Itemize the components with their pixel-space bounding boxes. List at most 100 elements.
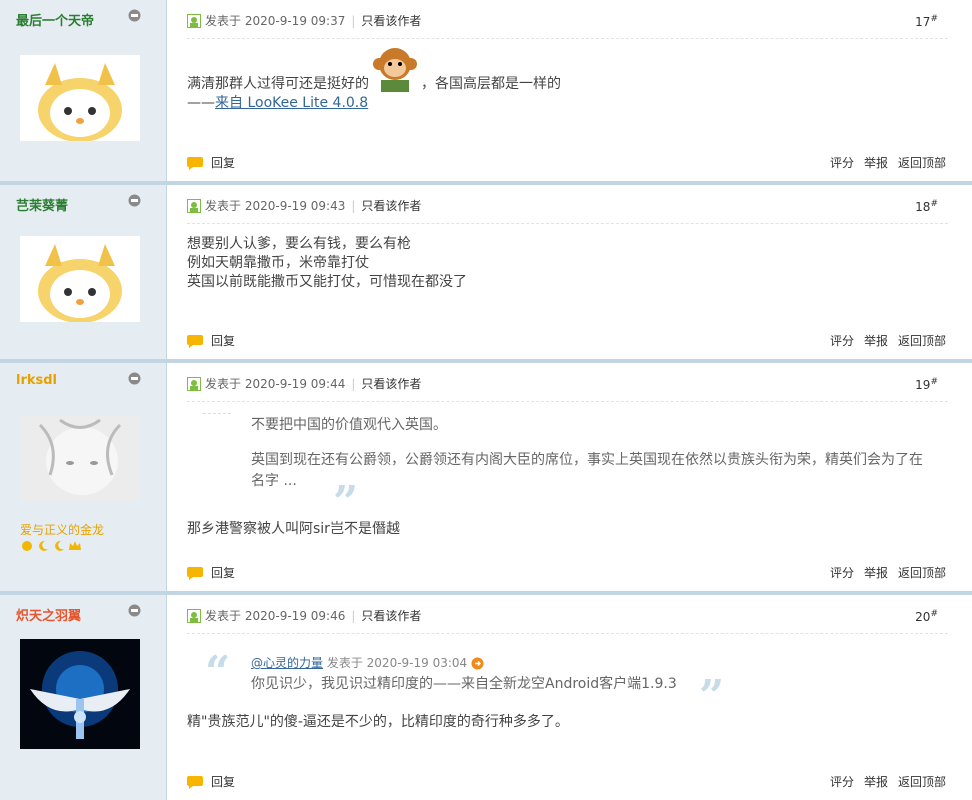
reply-button[interactable]: 回复 (211, 564, 235, 581)
post-meta: 发表于 2020-9-19 09:37 | 只看该作者 (187, 12, 421, 29)
quote-line: 英国到现在还有公爵领，公爵领还有内阁大臣的席位，事实上英国现在依然以贵族头衔为荣… (251, 452, 923, 468)
posted-label: 发表于 (205, 377, 242, 391)
rate-button[interactable]: 评分 (830, 564, 854, 581)
avatar[interactable] (20, 236, 140, 322)
post-content: 满清那群人过得可还是挺好的 ，各国高层都是一样的 ——来自 LooKee Lit… (187, 48, 561, 113)
post-main: 发表于 2020-9-19 09:44 | 只看该作者 19# 不要把中国的价值… (167, 363, 972, 591)
user-menu-icon[interactable] (128, 604, 141, 617)
post-20: 炽天之羽翼 发表于 2020-9-19 09:46 | 只看该作者 20# “ … (0, 591, 972, 800)
reply-button[interactable]: 回复 (211, 332, 235, 349)
back-to-top-button[interactable]: 返回顶部 (898, 154, 946, 171)
author-name[interactable]: 炽天之羽翼 (16, 605, 81, 624)
only-author-link[interactable]: 只看该作者 (361, 12, 421, 29)
post-footer: 回复 评分 举报 返回顶部 (187, 332, 946, 349)
author-name[interactable]: lrksdl (16, 373, 57, 388)
avatar[interactable] (20, 55, 140, 141)
online-status-icon (187, 608, 201, 623)
user-menu-icon[interactable] (128, 194, 141, 207)
post-footer: 回复 评分 举报 返回顶部 (187, 564, 946, 581)
author-sidebar: lrksdl 爱与正义的金龙 (0, 363, 167, 591)
quote-block: @心灵的力量 发表于 2020-9-19 03:04 你见识少，我见识过精印度的… (251, 653, 677, 695)
post-main: 发表于 2020-9-19 09:37 | 只看该作者 17# 满清那群人过得可… (167, 0, 972, 181)
only-author-link[interactable]: 只看该作者 (361, 607, 421, 624)
content-text: ，各国高层都是一样的 (421, 76, 561, 92)
divider (187, 38, 948, 39)
post-meta: 发表于 2020-9-19 09:43 | 只看该作者 (187, 197, 421, 214)
divider (187, 401, 948, 402)
report-button[interactable]: 举报 (864, 773, 888, 790)
reply-icon (187, 775, 203, 789)
post-time: 2020-9-19 09:46 (244, 608, 346, 623)
rate-button[interactable]: 评分 (830, 773, 854, 790)
reply-button[interactable]: 回复 (211, 773, 235, 790)
goto-post-icon[interactable] (471, 657, 484, 670)
reply-icon (187, 334, 203, 348)
posted-label: 发表于 (205, 609, 242, 623)
rate-button[interactable]: 评分 (830, 154, 854, 171)
report-button[interactable]: 举报 (864, 154, 888, 171)
quote-line: 不要把中国的价值观代入英国。 (251, 417, 447, 433)
back-to-top-button[interactable]: 返回顶部 (898, 332, 946, 349)
client-link[interactable]: 来自 LooKee Lite 4.0.8 (215, 95, 368, 111)
content-line: 想要别人认爹，要么有钱，要么有枪 (187, 236, 411, 252)
only-author-link[interactable]: 只看该作者 (361, 375, 421, 392)
post-footer: 回复 评分 举报 返回顶部 (187, 154, 946, 171)
online-status-icon (187, 13, 201, 28)
report-button[interactable]: 举报 (864, 332, 888, 349)
rate-button[interactable]: 评分 (830, 332, 854, 349)
quote-open-mark (203, 413, 231, 414)
author-sidebar: 芑茉葵菁 (0, 185, 167, 359)
post-time: 2020-9-19 09:37 (244, 13, 346, 28)
medal-icons (20, 539, 82, 551)
post-meta: 发表于 2020-9-19 09:46 | 只看该作者 (187, 607, 421, 624)
divider (187, 633, 948, 634)
floor-number[interactable]: 19# (915, 377, 938, 392)
monkey-emoticon-icon (373, 48, 417, 92)
only-author-link[interactable]: 只看该作者 (361, 197, 421, 214)
post-content: 那乡港警察被人叫阿sir岂不是僭越 (187, 521, 400, 537)
post-time: 2020-9-19 09:43 (244, 198, 346, 213)
post-main: 发表于 2020-9-19 09:46 | 只看该作者 20# “ @心灵的力量… (167, 595, 972, 800)
floor-number[interactable]: 18# (915, 199, 938, 214)
quote-open-icon: “ (205, 647, 231, 698)
medal-moon-icon (55, 540, 64, 551)
post-footer: 回复 评分 举报 返回顶部 (187, 773, 946, 790)
post-time: 2020-9-19 09:44 (244, 376, 346, 391)
content-line: 例如天朝靠撒币，米帝靠打仗 (187, 255, 369, 271)
author-name[interactable]: 最后一个天帝 (16, 10, 94, 29)
author-sidebar: 最后一个天帝 (0, 0, 167, 181)
signature-dash: —— (187, 95, 215, 111)
medal-smile-icon (22, 541, 32, 551)
quote-close-icon: ” (699, 671, 725, 722)
reply-button[interactable]: 回复 (211, 154, 235, 171)
post-18: 芑茉葵菁 发表于 2020-9-19 09:43 | 只看该作者 18# 想要别… (0, 181, 972, 359)
user-menu-icon[interactable] (128, 372, 141, 385)
author-sidebar: 炽天之羽翼 (0, 595, 167, 800)
back-to-top-button[interactable]: 返回顶部 (898, 773, 946, 790)
floor-number[interactable]: 20# (915, 609, 938, 624)
post-17: 最后一个天帝 发表于 2020-9-19 09:37 | 只看该作者 17# 满… (0, 0, 972, 181)
post-19: lrksdl 爱与正义的金龙 发表于 2020-9-19 09:44 | 只看该… (0, 359, 972, 591)
back-to-top-button[interactable]: 返回顶部 (898, 564, 946, 581)
post-content: 精"贵族范儿"的傻-逼还是不少的，比精印度的奇行种多多了。 (187, 714, 569, 730)
quoted-post-time: 发表于 2020-9-19 03:04 (326, 656, 468, 670)
posted-label: 发表于 (205, 14, 242, 28)
user-title: 爱与正义的金龙 (20, 523, 105, 537)
avatar[interactable] (20, 415, 140, 501)
user-menu-icon[interactable] (128, 9, 141, 22)
post-meta: 发表于 2020-9-19 09:44 | 只看该作者 (187, 375, 421, 392)
report-button[interactable]: 举报 (864, 564, 888, 581)
quoted-user-link[interactable]: @心灵的力量 (251, 653, 323, 674)
medal-moon-icon (39, 540, 48, 551)
reply-icon (187, 566, 203, 580)
floor-number[interactable]: 17# (915, 14, 938, 29)
online-status-icon (187, 376, 201, 391)
avatar[interactable] (20, 639, 140, 749)
post-content: 想要别人认爹，要么有钱，要么有枪 例如天朝靠撒币，米帝靠打仗 英国以前既能撒币又… (187, 235, 467, 292)
quote-line: 你见识少，我见识过精印度的——来自全新龙空Android客户端1.9.3 (251, 676, 677, 692)
reply-icon (187, 156, 203, 170)
medal-crown-icon (69, 541, 81, 550)
online-status-icon (187, 198, 201, 213)
author-name[interactable]: 芑茉葵菁 (16, 195, 68, 214)
content-line: 英国以前既能撒币又能打仗，可惜现在都没了 (187, 274, 467, 290)
